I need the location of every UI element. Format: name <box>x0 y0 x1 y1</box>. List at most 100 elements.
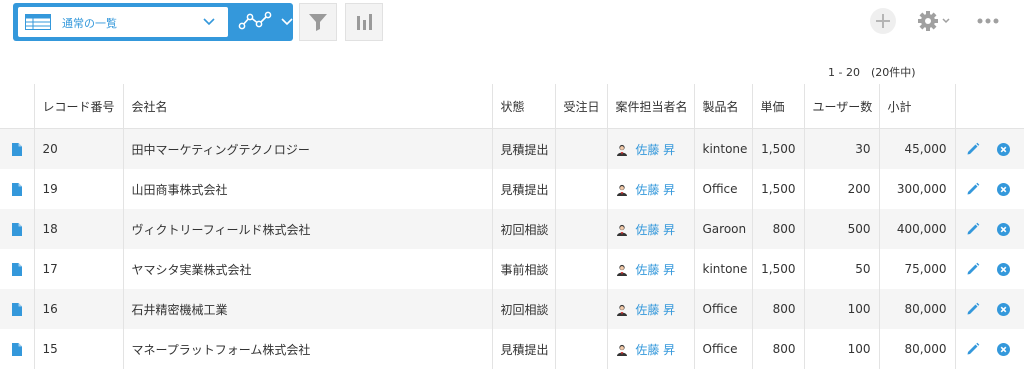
user-count: 30 <box>803 128 879 169</box>
edit-icon[interactable] <box>966 182 980 196</box>
unit-price: 800 <box>751 289 804 329</box>
record-number: 16 <box>33 289 123 329</box>
delete-icon[interactable] <box>997 142 1011 156</box>
record-detail-cell[interactable] <box>0 329 34 369</box>
record-detail-cell[interactable] <box>0 169 34 209</box>
edit-icon[interactable] <box>966 222 980 236</box>
edit-icon[interactable] <box>966 142 980 156</box>
status: 見積提出 <box>491 169 555 209</box>
company-name: 山田商事株式会社 <box>122 169 492 209</box>
edit-icon[interactable] <box>966 262 980 276</box>
delete-icon[interactable] <box>997 302 1011 316</box>
record-number: 20 <box>33 128 123 169</box>
owner-link[interactable]: 佐藤 昇 <box>635 303 675 317</box>
bar-chart-icon <box>357 14 372 30</box>
document-icon[interactable] <box>11 303 22 316</box>
table-row: 20 田中マーケティングテクノロジー 見積提出 佐藤 昇 kintone 1,5… <box>0 128 1024 169</box>
subtotal: 400,000 <box>878 209 955 249</box>
column-header[interactable]: 受注日 <box>554 84 607 129</box>
owner-link[interactable]: 佐藤 昇 <box>635 223 675 237</box>
document-icon[interactable] <box>11 183 22 196</box>
status: 見積提出 <box>491 128 555 169</box>
owner-cell: 佐藤 昇 <box>606 128 694 169</box>
product-name: Garoon <box>693 209 752 249</box>
order-date <box>554 128 607 169</box>
edit-icon[interactable] <box>966 342 980 356</box>
record-detail-cell[interactable] <box>0 128 34 169</box>
list-view-icon <box>25 14 51 30</box>
record-number: 18 <box>33 209 123 249</box>
status: 初回相談 <box>491 289 555 329</box>
owner-cell: 佐藤 昇 <box>606 249 694 289</box>
more-options-button[interactable] <box>976 14 1000 28</box>
graph-selector[interactable] <box>232 3 293 41</box>
company-name: ヴィクトリーフィールド株式会社 <box>122 209 492 249</box>
status: 見積提出 <box>491 329 555 369</box>
view-name: 通常の一覧 <box>62 17 117 30</box>
settings-button[interactable] <box>917 10 953 32</box>
subtotal: 80,000 <box>878 289 955 329</box>
order-date <box>554 209 607 249</box>
toolbar: 通常の一覧 <box>0 0 1024 44</box>
record-number: 15 <box>33 329 123 369</box>
record-detail-cell[interactable] <box>0 209 34 249</box>
column-header[interactable]: ユーザー数 <box>803 84 879 129</box>
column-header[interactable]: 案件担当者名 <box>606 84 694 129</box>
view-selector[interactable]: 通常の一覧 <box>13 3 293 41</box>
user-avatar-icon <box>616 264 627 276</box>
chart-button[interactable] <box>345 3 383 41</box>
user-count: 50 <box>803 249 879 289</box>
record-number: 17 <box>33 249 123 289</box>
user-avatar-icon <box>616 144 627 156</box>
header-blank <box>0 84 34 129</box>
record-detail-cell[interactable] <box>0 289 34 329</box>
column-header[interactable]: レコード番号 <box>33 84 123 129</box>
status: 事前相談 <box>491 249 555 289</box>
table-row: 15 マネープラットフォーム株式会社 見積提出 佐藤 昇 Office 800 … <box>0 329 1024 369</box>
delete-icon[interactable] <box>997 262 1011 276</box>
table-row: 17 ヤマシタ実業株式会社 事前相談 佐藤 昇 kintone 1,500 50… <box>0 249 1024 289</box>
add-icon <box>876 14 890 28</box>
row-actions <box>954 249 1024 289</box>
subtotal: 300,000 <box>878 169 955 209</box>
owner-link[interactable]: 佐藤 昇 <box>635 263 675 277</box>
owner-link[interactable]: 佐藤 昇 <box>635 183 675 197</box>
add-record-button[interactable] <box>870 8 896 34</box>
unit-price: 1,500 <box>751 128 804 169</box>
owner-link[interactable]: 佐藤 昇 <box>635 343 675 357</box>
column-header[interactable]: 単価 <box>751 84 804 129</box>
owner-cell: 佐藤 昇 <box>606 289 694 329</box>
product-name: Office <box>693 329 752 369</box>
record-detail-cell[interactable] <box>0 249 34 289</box>
owner-link[interactable]: 佐藤 昇 <box>635 143 675 157</box>
unit-price: 800 <box>751 329 804 369</box>
graph-icon <box>238 11 272 30</box>
status: 初回相談 <box>491 209 555 249</box>
unit-price: 800 <box>751 209 804 249</box>
chevron-down-icon <box>203 18 215 26</box>
table-row: 18 ヴィクトリーフィールド株式会社 初回相談 佐藤 昇 Garoon 800 … <box>0 209 1024 249</box>
header-actions <box>954 84 1024 129</box>
subtotal: 75,000 <box>878 249 955 289</box>
delete-icon[interactable] <box>997 182 1011 196</box>
column-header[interactable]: 状態 <box>491 84 555 129</box>
view-dropdown[interactable]: 通常の一覧 <box>18 7 228 37</box>
column-header[interactable]: 小計 <box>878 84 955 129</box>
row-actions <box>954 128 1024 169</box>
edit-icon[interactable] <box>966 302 980 316</box>
user-count: 100 <box>803 289 879 329</box>
company-name: 石井精密機械工業 <box>122 289 492 329</box>
document-icon[interactable] <box>11 143 22 156</box>
product-name: kintone <box>693 249 752 289</box>
delete-icon[interactable] <box>997 342 1011 356</box>
column-header[interactable]: 製品名 <box>693 84 752 129</box>
owner-cell: 佐藤 昇 <box>606 329 694 369</box>
filter-button[interactable] <box>299 3 337 41</box>
document-icon[interactable] <box>11 223 22 236</box>
delete-icon[interactable] <box>997 222 1011 236</box>
order-date <box>554 249 607 289</box>
column-header[interactable]: 会社名 <box>122 84 492 129</box>
document-icon[interactable] <box>11 263 22 276</box>
user-avatar-icon <box>616 184 627 196</box>
document-icon[interactable] <box>11 343 22 356</box>
